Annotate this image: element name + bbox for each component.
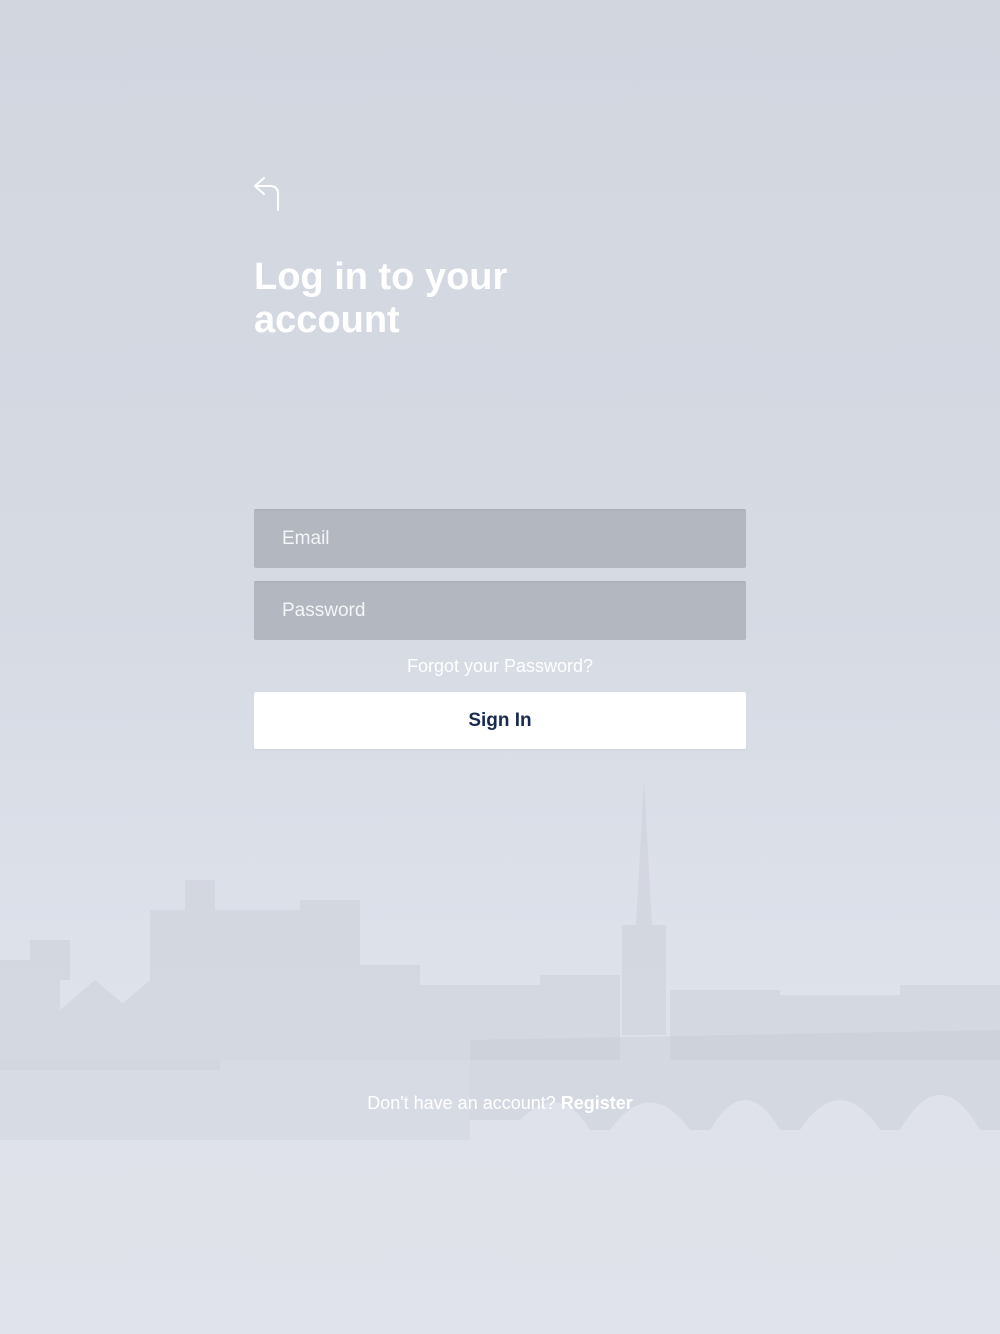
sign-in-button[interactable]: Sign In — [254, 692, 746, 749]
back-button[interactable] — [250, 172, 286, 214]
email-field[interactable] — [254, 509, 746, 568]
page-title: Log in to your account — [254, 256, 508, 341]
forgot-password-link[interactable]: Forgot your Password? — [254, 654, 746, 678]
register-prompt: Don't have an account? Register — [200, 1091, 800, 1115]
back-arrow-icon — [254, 177, 279, 211]
password-field[interactable] — [254, 581, 746, 640]
register-prompt-text: Don't have an account? — [367, 1093, 556, 1113]
register-link[interactable]: Register — [561, 1093, 633, 1113]
